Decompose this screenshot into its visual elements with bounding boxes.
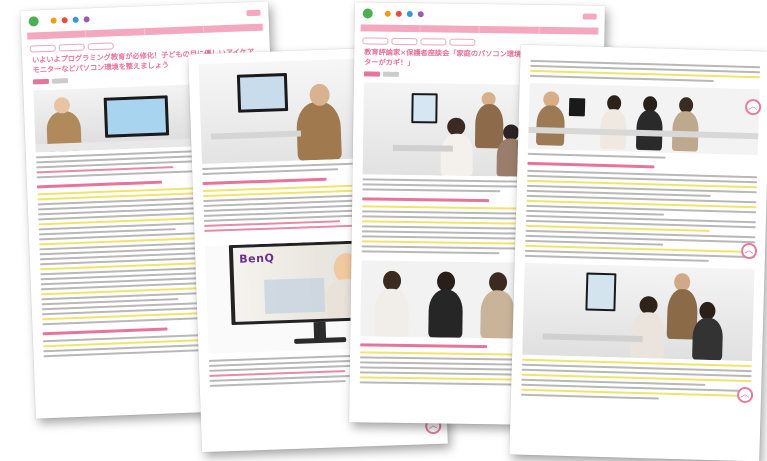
site-logo-text[interactable] (44, 17, 47, 25)
category-icon[interactable] (61, 17, 69, 24)
article-photo (522, 262, 755, 362)
site-logo-text[interactable] (378, 10, 381, 18)
category-icon[interactable] (418, 11, 425, 18)
category-icon[interactable] (72, 16, 80, 23)
category-icon[interactable] (50, 17, 58, 24)
category-icon[interactable] (83, 16, 91, 23)
category-icon[interactable] (385, 10, 392, 17)
header-button[interactable] (246, 9, 261, 17)
category-icon[interactable] (407, 11, 414, 18)
site-logo-icon[interactable] (362, 8, 373, 19)
monitor-brand-logo: BenQ (239, 251, 275, 266)
chevron-up-icon: ︿ (740, 389, 750, 400)
article-page-4: ︿ ︿ ︿ (509, 44, 767, 461)
article-photo (527, 82, 760, 156)
site-logo-icon[interactable] (28, 16, 39, 27)
category-icon[interactable] (396, 10, 403, 17)
header-button[interactable] (582, 13, 597, 20)
chevron-up-icon: ︿ (748, 101, 758, 112)
chevron-up-icon: ︿ (744, 245, 754, 256)
